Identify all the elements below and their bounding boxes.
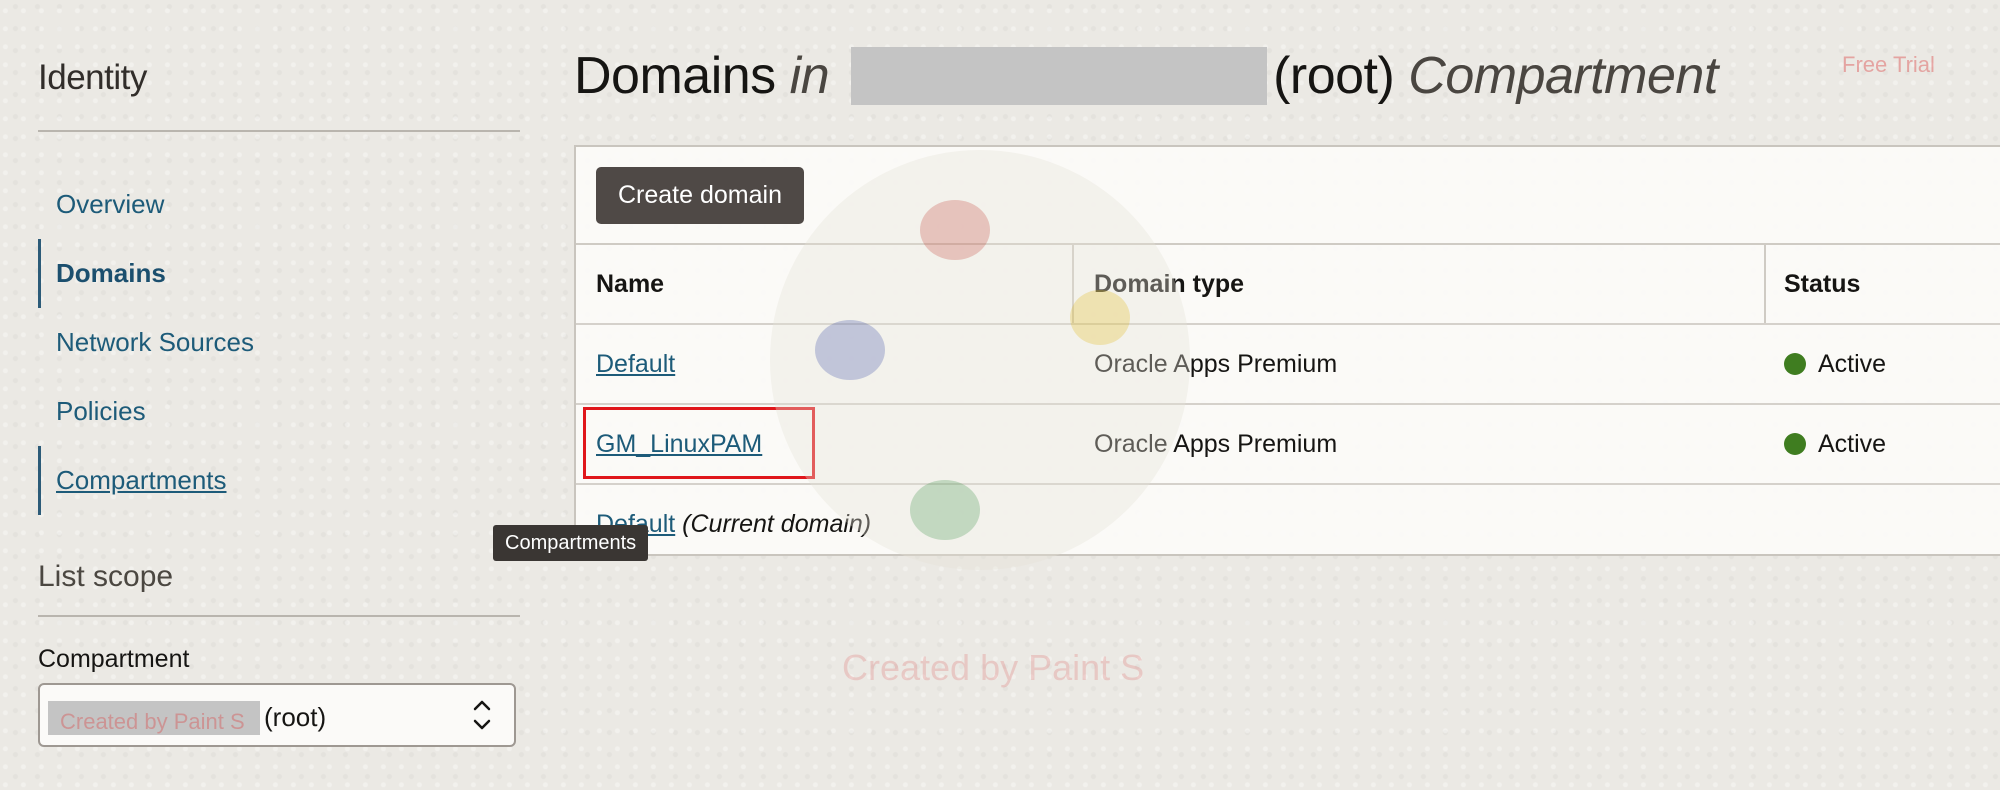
table-toolbar: Create domain [576,147,2000,245]
sidebar-item-label: Network Sources [56,327,254,357]
sidebar-item-policies[interactable]: Policies [38,377,520,446]
compartment-select[interactable]: Created by Paint S (root) [38,683,516,747]
free-trial-watermark: Free Trial [1842,52,1935,77]
column-header-domain-type[interactable]: Domain type [1094,245,1244,323]
compartment-select-value: (root) [264,702,327,732]
column-header-status[interactable]: Status [1784,245,1860,323]
sidebar-item-compartments[interactable]: Compartments [38,446,520,515]
title-prefix: Domains [574,47,776,105]
domains-table-panel: Create domain Name Domain type Status De… [574,145,2000,556]
title-in: in [789,47,830,105]
table-footer: Default (Current domain) [576,485,2000,563]
sidebar-item-label: Domains [56,258,166,288]
status-active-icon [1784,433,1806,455]
watermark-text: Created by Paint S [842,647,1145,688]
sidebar-item-label: Compartments [56,465,227,495]
status-cell: Active [1784,405,1886,483]
list-scope-title: List scope [38,560,174,593]
sidebar-item-domains[interactable]: Domains [38,239,520,308]
title-suffix: Compartment [1408,47,1718,105]
status-text: Active [1818,430,1887,458]
sidebar-title: Identity [38,58,147,97]
page-title: Domains in (root) Compartment [574,46,1718,106]
redaction-watermark: Created by Paint S [60,709,245,734]
domain-link-default[interactable]: Default [596,350,675,378]
name-cell: GM_LinuxPAM [596,405,762,483]
table-row: GM_LinuxPAM Oracle Apps Premium Active [576,405,2000,485]
sidebar-item-overview[interactable]: Overview [38,170,520,239]
sidebar-item-label: Overview [56,189,165,219]
sidebar-item-network-sources[interactable]: Network Sources [38,308,520,377]
status-text: Active [1818,350,1887,378]
domain-type-cell: Oracle Apps Premium [1094,350,1338,378]
column-divider[interactable] [1072,245,1074,323]
redacted-region: Created by Paint S [48,701,260,735]
domain-link-gm-linuxpam[interactable]: GM_LinuxPAM [596,430,762,458]
create-domain-button[interactable]: Create domain [596,167,804,224]
list-scope-divider [38,615,520,617]
table-header-row: Name Domain type Status [576,245,2000,325]
name-cell: Default [596,325,675,403]
column-header-name[interactable]: Name [596,245,664,323]
status-cell: Active [1784,325,1886,403]
sidebar-nav: Overview Domains Network Sources Policie… [38,170,520,515]
chevron-up-down-icon [473,700,491,730]
title-root: (root) [1273,47,1395,105]
domain-type-cell: Oracle Apps Premium [1094,430,1338,458]
current-domain-note: (Current domain) [682,510,872,538]
redacted-region [851,47,1268,105]
column-divider[interactable] [1764,245,1766,323]
status-active-icon [1784,353,1806,375]
compartment-label: Compartment [38,645,190,673]
sidebar-divider [38,130,520,132]
sidebar-item-label: Policies [56,396,146,426]
table-row: Default Oracle Apps Premium Active [576,325,2000,405]
tooltip: Compartments [493,525,649,561]
